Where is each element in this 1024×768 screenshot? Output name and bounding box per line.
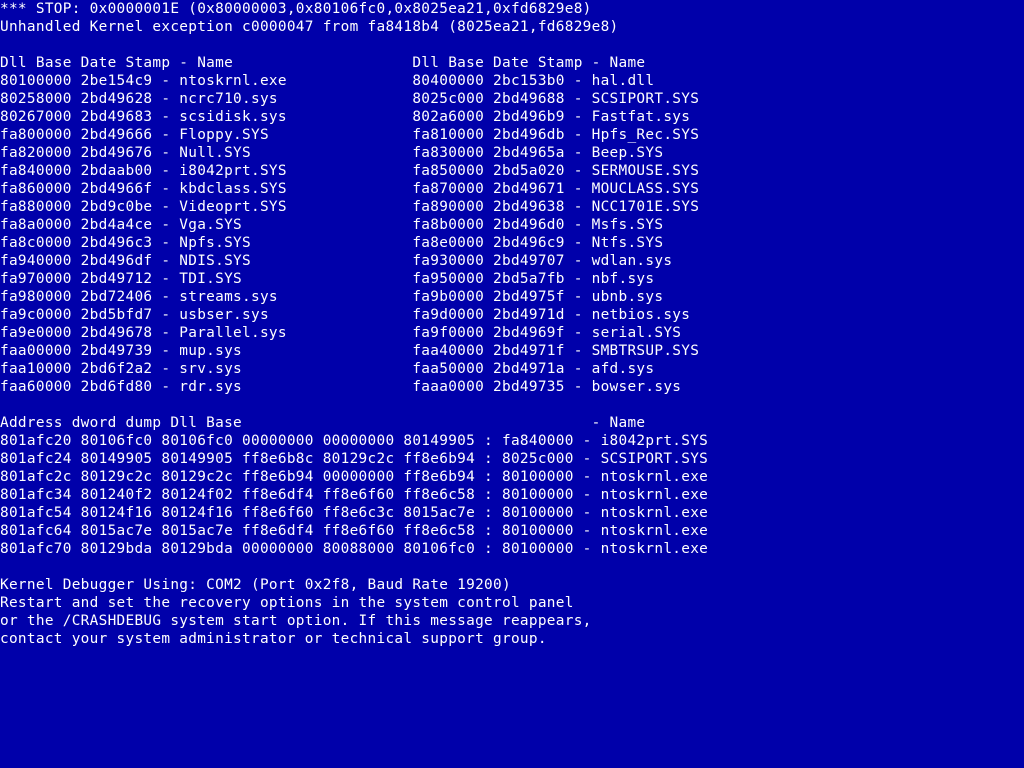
bsod-screen: *** STOP: 0x0000001E (0x80000003,0x80106… [0,0,1024,648]
